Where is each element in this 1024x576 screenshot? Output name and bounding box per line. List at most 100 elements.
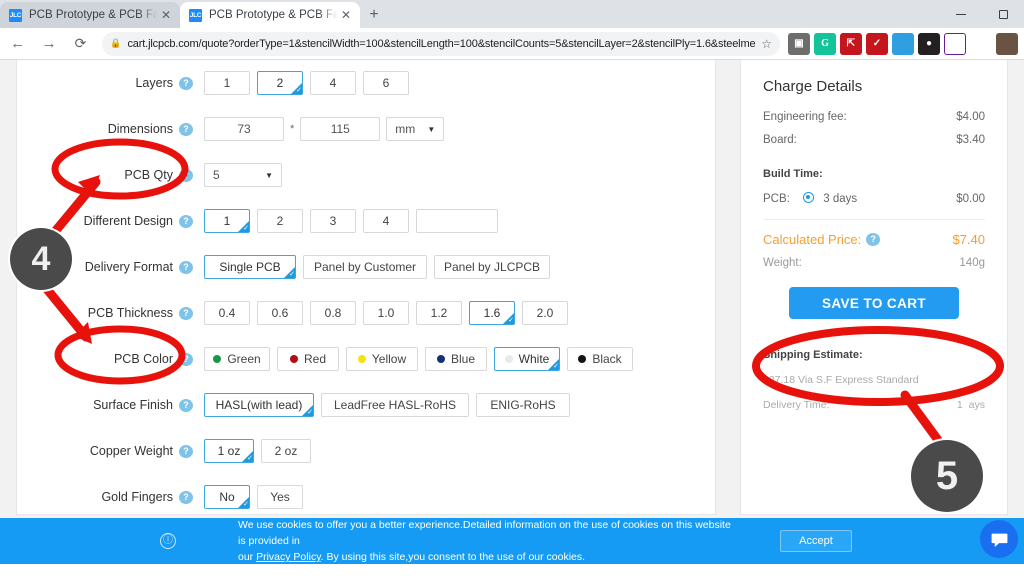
option-color-red[interactable]: Red [277,347,339,371]
adblock-extension-icon[interactable]: ● [918,32,940,55]
option-gold-fingers-yes[interactable]: Yes [257,485,303,509]
bookmark-star-icon[interactable]: ☆ [761,37,772,51]
option-label: Red [303,352,326,366]
pcb-color-options: Green Red Yellow Blue ✓ White Black [204,347,633,372]
forward-arrow-icon[interactable]: → [35,30,62,58]
help-icon[interactable]: ? [179,306,193,320]
globe-extension-icon[interactable] [892,32,914,55]
window-controls [940,0,1024,28]
option-thickness-04[interactable]: 0.4 [204,301,250,325]
maximize-window-button[interactable] [982,0,1024,28]
option-thickness-16[interactable]: 1.6 [469,301,515,326]
help-icon[interactable]: ? [179,260,193,274]
option-design-4[interactable]: 4 [363,209,409,233]
notes-extension-icon[interactable]: ▭ [944,32,966,55]
help-icon[interactable]: ? [179,444,193,458]
browser-tab-2[interactable]: JLC PCB Prototype & PCB Fabrication ✕ [180,2,360,28]
row-label: Surface Finish [93,398,173,412]
option-thickness-06[interactable]: 0.6 [257,301,303,325]
option-design-3[interactable]: 3 [310,209,356,233]
charge-value: $3.40 [956,134,985,146]
pcb-qty-select[interactable]: 5 ▼ [204,163,282,187]
option-design-2[interactable]: 2 [257,209,303,233]
privacy-policy-link[interactable]: Privacy Policy [256,551,321,563]
option-color-blue[interactable]: Blue [425,347,487,371]
option-copper-1oz[interactable]: 1 oz [204,439,254,464]
page-scrollbar[interactable] [1016,60,1024,576]
help-icon[interactable]: ? [866,233,881,246]
dimension-height-input[interactable]: 115 [300,117,381,141]
different-design-input[interactable] [416,209,498,233]
chat-widget-icon[interactable] [980,520,1018,558]
option-copper-2oz[interactable]: 2 oz [261,439,311,463]
minimize-window-button[interactable] [940,0,982,28]
option-label: Yellow [371,352,407,366]
cookie-consent-text: We use cookies to offer you a better exp… [238,517,738,566]
save-to-cart-button[interactable]: SAVE TO CART [789,287,959,319]
build-time-left: PCB: 3 days [763,192,857,205]
option-hasl-with-lead[interactable]: HASL(with lead) [204,393,314,418]
help-icon[interactable]: ? [179,76,193,90]
help-icon[interactable]: ? [179,122,193,136]
row-label: PCB Qty [124,168,173,182]
option-single-pcb[interactable]: Single PCB [204,255,296,280]
calculated-price-label: Calculated Price: [763,232,862,247]
color-swatch-black-icon [578,355,587,363]
option-thickness-12[interactable]: 1.2 [416,301,462,325]
charge-label: Board: [763,134,797,146]
dimension-unit-select[interactable]: mm ▼ [386,117,445,141]
option-panel-by-customer[interactable]: Panel by Customer [303,255,427,279]
help-icon[interactable]: ? [179,490,193,504]
dimension-width-input[interactable]: 73 [204,117,284,141]
reload-icon[interactable]: ⟳ [67,30,94,58]
option-thickness-08[interactable]: 0.8 [310,301,356,325]
option-thickness-20[interactable]: 2.0 [522,301,568,325]
option-thickness-10[interactable]: 1.0 [363,301,409,325]
profile-avatar-icon[interactable] [996,32,1018,55]
build-time-radio[interactable] [803,192,815,203]
pdf-extension-icon[interactable]: ⇱ [840,32,862,55]
option-enig-rohs[interactable]: ENIG-RoHS [476,393,570,417]
option-color-yellow[interactable]: Yellow [346,347,418,371]
build-time-value: $0.00 [956,192,985,205]
option-layers-2[interactable]: 2 [257,71,303,96]
weight-label: Weight: [763,257,802,269]
acrobat-extension-icon[interactable]: ✓ [866,32,888,55]
help-icon[interactable]: ? [179,214,193,228]
option-color-black[interactable]: Black [567,347,633,371]
puzzle-extensions-icon[interactable]: ✦ [970,33,992,55]
address-bar[interactable]: 🔒 cart.jlcpcb.com/quote?orderType=1&sten… [102,31,780,56]
option-layers-4[interactable]: 4 [310,71,356,95]
accept-cookies-button[interactable]: Accept [780,530,852,552]
browser-tab-1[interactable]: JLC PCB Prototype & PCB Fabrication ✕ [0,2,180,28]
close-tab-icon[interactable]: ✕ [158,7,174,23]
new-tab-button[interactable]: + [360,2,388,28]
help-icon[interactable]: ? [179,352,193,366]
pcb-qty-control: 5 ▼ [204,163,282,187]
option-gold-fingers-no[interactable]: No [204,485,250,510]
delivery-time-label: Delivery Time: [763,399,830,411]
option-layers-1[interactable]: 1 [204,71,250,95]
form-row-surface-finish: Surface Finish ? HASL(with lead) LeadFre… [17,382,717,428]
back-arrow-icon[interactable]: ← [4,30,31,58]
form-row-dimensions: Dimensions ? 73 * 115 mm ▼ [17,106,717,152]
shipping-cost-line: $27.18 Via S.F Express Standard [763,374,985,386]
option-design-1[interactable]: 1 [204,209,250,234]
dimension-unit-value: mm [395,122,416,136]
help-icon[interactable]: ? [179,398,193,412]
cookie-text-line1: We use cookies to offer you a better exp… [238,518,731,547]
form-row-copper-weight: Copper Weight ? 1 oz 2 oz [17,428,717,474]
grammarly-extension-icon[interactable]: G [814,32,836,55]
delivery-time-value: 1 [956,399,963,411]
close-tab-icon[interactable]: ✕ [338,7,354,23]
option-panel-by-jlcpcb[interactable]: Panel by JLCPCB [434,255,550,279]
clipboard-extension-icon[interactable]: ▣ [788,32,810,55]
tab-title: PCB Prototype & PCB Fabrication [209,9,338,21]
option-layers-6[interactable]: 6 [363,71,409,95]
help-icon[interactable]: ? [179,168,193,182]
option-color-white[interactable]: White [494,347,560,372]
weight-row: Weight: 140g [763,257,985,269]
option-color-green[interactable]: Green [204,347,270,371]
option-leadfree-hasl-rohs[interactable]: LeadFree HASL-RoHS [321,393,469,417]
form-row-gold-fingers: Gold Fingers ? No Yes [17,474,717,520]
